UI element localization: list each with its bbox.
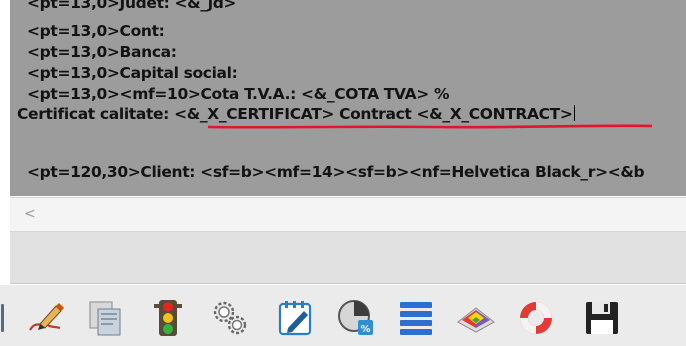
save-floppy-icon[interactable]: [582, 298, 622, 338]
editor-line-capital: <pt=13,0>Capital social:: [27, 64, 238, 82]
editor-line-banca: <pt=13,0>Banca:: [27, 43, 177, 61]
partial-toolbar-icon[interactable]: [0, 302, 6, 334]
svg-text:%: %: [360, 324, 370, 335]
status-panel: [10, 232, 686, 284]
settings-gears-icon[interactable]: [210, 298, 250, 338]
text-caret: [573, 105, 575, 121]
lifebuoy-icon[interactable]: [516, 298, 556, 338]
traffic-light-icon[interactable]: [148, 298, 188, 338]
template-editor[interactable]: <pt=13,0>Judet: <&_jd> <pt=13,0>Cont: <p…: [10, 0, 686, 196]
edit-pen-icon[interactable]: [26, 298, 66, 338]
pie-chart-percent-icon[interactable]: %: [336, 298, 376, 338]
horizontal-scrollbar[interactable]: <: [10, 197, 686, 232]
color-palette-icon[interactable]: [456, 298, 496, 338]
toolbar: %: [0, 285, 686, 346]
editor-line-judet: <pt=13,0>Judet: <&_jd>: [27, 0, 237, 12]
editor-line-certificat: Certificat calitate: <&_X_CERTIFICAT> Co…: [17, 105, 575, 124]
notepad-edit-icon[interactable]: [276, 298, 316, 338]
editor-line-client: <pt=120,30>Client: <sf=b><mf=14><sf=b><n…: [27, 163, 645, 181]
editor-line-cota-tva: <pt=13,0><mf=10>Cota T.V.A.: <&_COTA TVA…: [27, 85, 450, 103]
scroll-left-arrow-icon[interactable]: <: [24, 206, 36, 222]
list-lines-icon[interactable]: [396, 298, 436, 338]
window: <pt=13,0>Judet: <&_jd> <pt=13,0>Cont: <p…: [0, 0, 686, 346]
editor-line-cont: <pt=13,0>Cont:: [27, 22, 165, 40]
copy-pages-icon[interactable]: [86, 298, 126, 338]
editor-line-certificat-text: Certificat calitate: <&_X_CERTIFICAT> Co…: [17, 105, 573, 123]
